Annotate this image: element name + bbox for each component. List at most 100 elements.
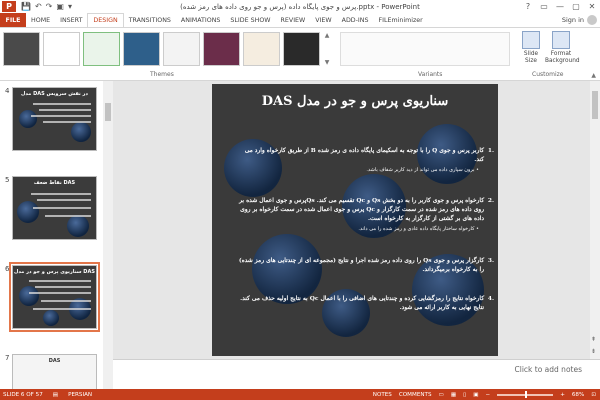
normal-view-icon[interactable]: ▭ bbox=[439, 392, 444, 398]
tab-design[interactable]: DESIGN bbox=[87, 13, 124, 27]
thumbnail-title: نقاط ضعف DAS bbox=[33, 180, 76, 186]
current-slide[interactable]: سناریوی پرس و جو در مدل DAS .1 کاربر پرس… bbox=[212, 84, 498, 356]
slide-thumbnail-selected[interactable]: سناریوی پرس و جو در مدل DAS bbox=[9, 262, 100, 332]
close-button[interactable]: ✕ bbox=[584, 0, 600, 13]
group-label-customize: Customize bbox=[532, 71, 564, 78]
theme-thumbnail[interactable] bbox=[203, 32, 240, 66]
item-subtext: • برون سپاری داده می تواند از دید کاربر … bbox=[366, 167, 479, 174]
slide-thumbnail[interactable]: نقاط ضعف DAS bbox=[12, 176, 97, 240]
thumbnail-scrollbar[interactable] bbox=[103, 81, 113, 389]
customize-qat-icon[interactable]: ▾ bbox=[68, 2, 72, 11]
zoom-slider[interactable] bbox=[497, 390, 554, 398]
minimize-button[interactable]: — bbox=[552, 0, 568, 13]
slide-editing-area: سناریوی پرس و جو در مدل DAS .1 کاربر پرس… bbox=[113, 81, 600, 359]
title-bar: P 💾 ↶ ↷ ▣ ▾ پرس و جوی پایگاه داده (پرس و… bbox=[0, 0, 600, 13]
tab-animations[interactable]: ANIMATIONS bbox=[176, 13, 226, 27]
format-background-label: Format Background bbox=[545, 51, 580, 64]
notes-pane[interactable]: Click to add notes bbox=[113, 359, 600, 389]
spellcheck-icon[interactable]: ▤ bbox=[53, 392, 58, 398]
redo-icon[interactable]: ↷ bbox=[46, 2, 53, 11]
slide-thumbnail-panel: 4 مدل DAS در نقش سرویس 5 نقاط ضعف DAS 6 … bbox=[0, 81, 113, 389]
item-number: .3 bbox=[487, 257, 494, 264]
slide-size-button[interactable]: Slide Size bbox=[518, 31, 544, 64]
format-background-button[interactable]: Format Background bbox=[545, 31, 580, 64]
maximize-button[interactable]: ▢ bbox=[568, 0, 584, 13]
slide-scrollbar[interactable]: ⇞ ⇟ bbox=[590, 81, 600, 359]
comments-button[interactable]: COMMENTS bbox=[399, 392, 432, 398]
next-slide-icon[interactable]: ⇟ bbox=[591, 348, 596, 355]
help-button[interactable]: ? bbox=[520, 0, 536, 13]
tab-slide-show[interactable]: SLIDE SHOW bbox=[225, 13, 275, 27]
item-number: .4 bbox=[487, 295, 494, 302]
ribbon-display-button[interactable]: ▭ bbox=[536, 0, 552, 13]
item-text: کاربر پرس و جوی Q را با توجه به اسکیمای … bbox=[244, 147, 484, 164]
fit-to-window-icon[interactable]: ⊡ bbox=[591, 392, 596, 398]
slide-list-item[interactable]: .4 کارخواه نتایج را رمزگشایی کرده و چندت… bbox=[234, 294, 494, 312]
thumbnail-number: 5 bbox=[5, 176, 10, 184]
language-indicator[interactable]: PERSIAN bbox=[68, 392, 92, 398]
slide-sorter-icon[interactable]: ▦ bbox=[451, 392, 456, 398]
reading-view-icon[interactable]: ▯ bbox=[463, 392, 466, 398]
slide-thumbnail[interactable]: DAS bbox=[12, 354, 97, 389]
powerpoint-window: P 💾 ↶ ↷ ▣ ▾ پرس و جوی پایگاه داده (پرس و… bbox=[0, 0, 600, 400]
quick-access-toolbar: 💾 ↶ ↷ ▣ ▾ bbox=[21, 2, 72, 11]
zoom-out-icon[interactable]: − bbox=[486, 392, 491, 398]
item-subtext: • کارخواه ساختار پایگاه داده عادی و رمز … bbox=[358, 226, 479, 233]
theme-thumbnail[interactable] bbox=[123, 32, 160, 66]
tab-fileminimizer[interactable]: FILEminimizer bbox=[373, 13, 427, 27]
previous-slide-icon[interactable]: ⇞ bbox=[591, 336, 596, 343]
slide-title[interactable]: سناریوی پرس و جو در مدل DAS bbox=[212, 94, 498, 109]
theme-thumbnail[interactable] bbox=[3, 32, 40, 66]
tab-home[interactable]: HOME bbox=[26, 13, 55, 27]
tab-insert[interactable]: INSERT bbox=[55, 13, 87, 27]
slideshow-icon[interactable]: ▣ bbox=[473, 392, 478, 398]
notes-placeholder[interactable]: Click to add notes bbox=[515, 365, 582, 374]
slide-list-item[interactable]: .3 کارگزار پرس و جوی Qs را روی داده رمز … bbox=[234, 256, 494, 274]
save-icon[interactable]: 💾 bbox=[21, 2, 31, 11]
themes-scroll[interactable]: ▲ ▼ bbox=[322, 32, 332, 66]
theme-thumbnail[interactable] bbox=[243, 32, 280, 66]
avatar[interactable] bbox=[587, 15, 597, 25]
theme-thumbnail[interactable] bbox=[43, 32, 80, 66]
tab-review[interactable]: REVIEW bbox=[276, 13, 311, 27]
ribbon-tabs: FILE HOME INSERT DESIGN TRANSITIONS ANIM… bbox=[0, 13, 600, 27]
undo-icon[interactable]: ↶ bbox=[35, 2, 42, 11]
theme-thumbnail[interactable] bbox=[163, 32, 200, 66]
tab-view[interactable]: VIEW bbox=[310, 13, 336, 27]
sign-in-link[interactable]: Sign in bbox=[562, 16, 584, 24]
slide-size-icon bbox=[522, 31, 540, 49]
zoom-level[interactable]: 68% bbox=[572, 392, 584, 398]
thumbnail-number: 4 bbox=[5, 87, 10, 95]
item-number: .1 bbox=[487, 147, 494, 154]
item-number: .2 bbox=[487, 197, 494, 204]
format-background-icon bbox=[552, 31, 570, 49]
status-bar: SLIDE 6 OF 57 ▤ PERSIAN NOTES COMMENTS ▭… bbox=[0, 389, 600, 400]
slide-thumbnail[interactable]: مدل DAS در نقش سرویس bbox=[12, 87, 97, 151]
slide-list-item[interactable]: .1 کاربر پرس و جوی Q را با توجه به اسکیم… bbox=[234, 146, 494, 175]
slide-list-item[interactable]: .2 کارخواه پرس و جوی کاربر را به دو بخش … bbox=[234, 196, 494, 234]
theme-thumbnail[interactable] bbox=[83, 32, 120, 66]
slide-counter: SLIDE 6 OF 57 bbox=[3, 391, 43, 398]
thumbnail-title: سناریوی پرس و جو در مدل DAS bbox=[14, 269, 95, 275]
present-icon[interactable]: ▣ bbox=[56, 2, 64, 11]
collapse-ribbon-icon[interactable]: ▲ bbox=[591, 72, 596, 79]
window-controls: ? ▭ — ▢ ✕ bbox=[520, 0, 600, 13]
window-title: پرس و جوی پایگاه داده (پرس و جو روی داده… bbox=[180, 2, 420, 11]
item-text: کارگزار پرس و جوی Qs را روی داده رمز شده… bbox=[238, 257, 484, 274]
thumbnail-title: مدل DAS در نقش سرویس bbox=[21, 91, 88, 97]
thumbnail-number: 6 bbox=[5, 265, 10, 273]
thumbnail-number: 7 bbox=[5, 354, 10, 362]
zoom-in-icon[interactable]: + bbox=[560, 392, 565, 398]
slide-size-label: Slide Size bbox=[523, 51, 539, 64]
powerpoint-icon[interactable]: P bbox=[2, 1, 16, 12]
tab-add-ins[interactable]: ADD-INS bbox=[337, 13, 374, 27]
theme-thumbnail[interactable] bbox=[283, 32, 320, 66]
ribbon-design: ▲ ▼ Themes Variants Slide Size Format Bac… bbox=[0, 27, 600, 81]
group-label-themes: Themes bbox=[150, 71, 174, 78]
tab-file[interactable]: FILE bbox=[0, 13, 26, 27]
tab-transitions[interactable]: TRANSITIONS bbox=[124, 13, 176, 27]
variants-gallery[interactable] bbox=[340, 32, 510, 66]
item-text: کارخواه پرس و جوی کاربر را به دو بخش Qs … bbox=[239, 197, 484, 223]
group-label-variants: Variants bbox=[418, 71, 443, 78]
notes-button[interactable]: NOTES bbox=[373, 392, 392, 398]
